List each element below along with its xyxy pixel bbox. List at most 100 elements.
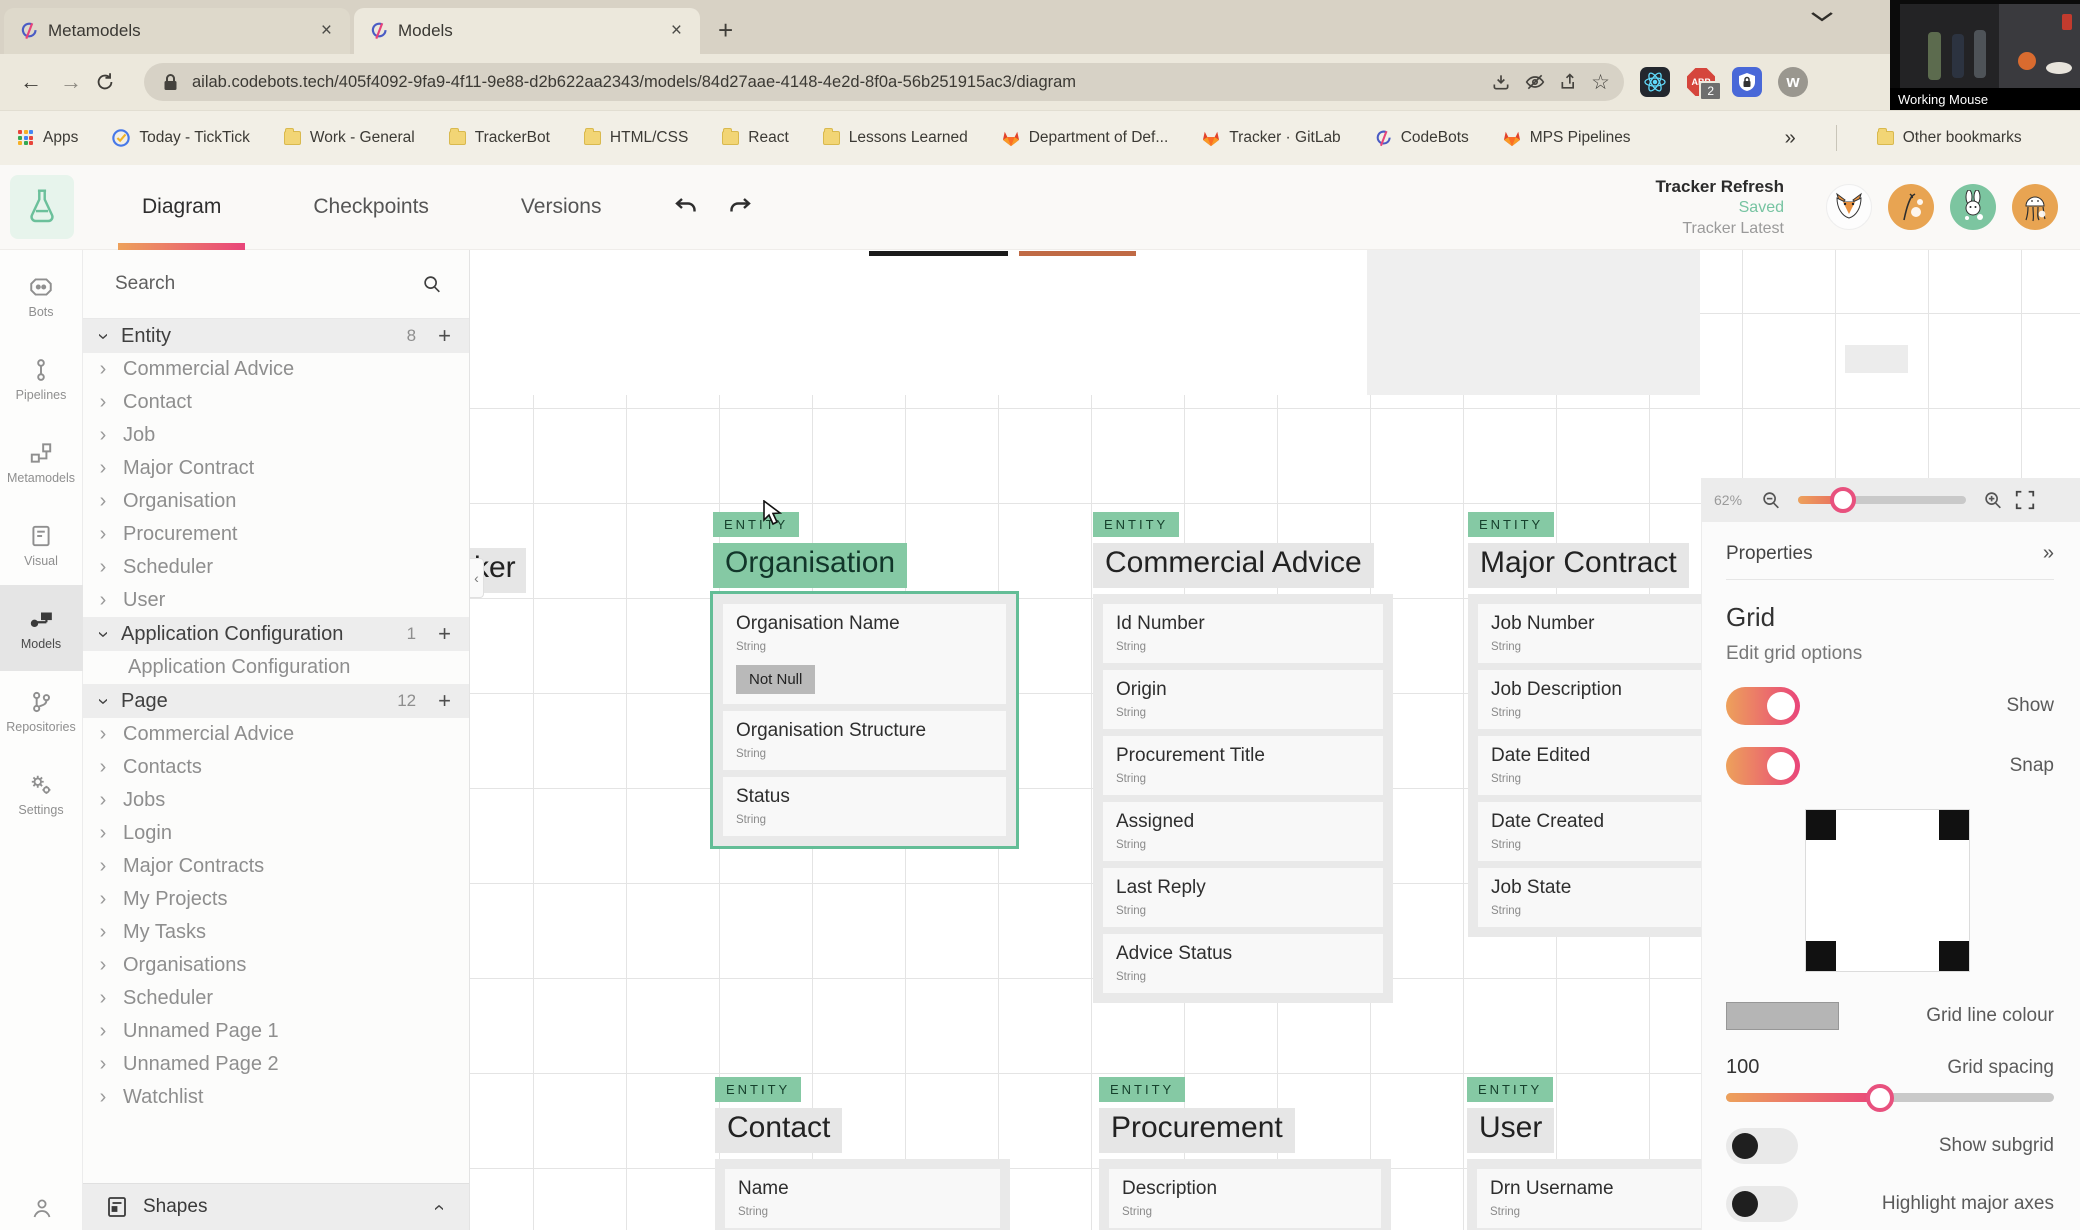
- chevron-right-icon[interactable]: ›: [97, 822, 109, 845]
- nav-item-metamodels[interactable]: Metamodels: [0, 430, 83, 494]
- bookmark-htmlcss[interactable]: HTML/CSS: [583, 128, 688, 147]
- bookmarks-overflow-button[interactable]: »: [1785, 127, 1796, 150]
- bookmark-mps-pipelines[interactable]: MPS Pipelines: [1503, 129, 1631, 147]
- tree-section-entity[interactable]: › Entity 8 +: [83, 319, 469, 353]
- tree-item-organisation[interactable]: › Organisation: [83, 485, 469, 518]
- bookmark-work-general[interactable]: Work - General: [283, 128, 415, 147]
- chevron-right-icon[interactable]: ›: [97, 358, 109, 381]
- search-row[interactable]: Search: [83, 250, 469, 318]
- tab-checkpoints[interactable]: Checkpoints: [289, 165, 453, 250]
- app-logo[interactable]: [10, 175, 74, 239]
- highlight-major-axes-toggle[interactable]: [1726, 1186, 1798, 1222]
- tree-item-contact[interactable]: › Contact: [83, 386, 469, 419]
- grid-spacing-slider[interactable]: [1726, 1083, 2054, 1112]
- bookmark-tracker-gitlab[interactable]: Tracker · GitLab: [1202, 129, 1341, 147]
- profile-icon[interactable]: [0, 1196, 83, 1220]
- tree-item-page-major-contracts[interactable]: › Major Contracts: [83, 850, 469, 883]
- attribute[interactable]: Name String: [725, 1169, 1000, 1228]
- new-tab-button[interactable]: +: [718, 15, 733, 46]
- reload-button[interactable]: [94, 71, 128, 93]
- chevron-right-icon[interactable]: ›: [97, 457, 109, 480]
- zoom-in-icon[interactable]: [1982, 489, 2004, 511]
- chevron-right-icon[interactable]: ›: [97, 1020, 109, 1043]
- tree-item-page-my-projects[interactable]: › My Projects: [83, 883, 469, 916]
- add-icon[interactable]: +: [438, 621, 451, 647]
- tree-item-application-configuration[interactable]: Application Configuration: [83, 651, 469, 684]
- chevron-right-icon[interactable]: ›: [97, 723, 109, 746]
- show-grid-toggle[interactable]: [1726, 687, 1800, 725]
- attribute[interactable]: Last Reply String: [1103, 868, 1383, 927]
- attribute[interactable]: Origin String: [1103, 670, 1383, 729]
- chevron-right-icon[interactable]: ›: [97, 424, 109, 447]
- canvas-chip-gray[interactable]: [1845, 345, 1908, 373]
- tab-search-chevron-icon[interactable]: [1811, 12, 1833, 22]
- canvas-shape-gray[interactable]: [1367, 250, 1700, 395]
- chevron-right-icon[interactable]: ›: [97, 1053, 109, 1076]
- chevron-down-icon[interactable]: ›: [92, 330, 115, 342]
- entity-contact[interactable]: ENTITY Contact Name String: [715, 1077, 1010, 1230]
- attribute[interactable]: Description String: [1109, 1169, 1381, 1228]
- bookmark-lessons-learned[interactable]: Lessons Learned: [822, 128, 968, 147]
- tree-section-application-configuration[interactable]: › Application Configuration 1 +: [83, 617, 469, 651]
- avatar-rabbit[interactable]: [1950, 184, 1996, 230]
- entity-title[interactable]: Contact: [715, 1108, 843, 1153]
- attribute[interactable]: Status String: [723, 777, 1006, 836]
- zoom-slider-thumb[interactable]: [1830, 487, 1857, 513]
- chevron-right-icon[interactable]: ›: [97, 888, 109, 911]
- chevron-up-icon[interactable]: ›: [428, 1201, 451, 1213]
- react-devtools-extension-icon[interactable]: [1640, 67, 1670, 97]
- bookmark-react[interactable]: React: [722, 128, 789, 147]
- chevron-right-icon[interactable]: ›: [97, 490, 109, 513]
- tree-item-procurement[interactable]: › Procurement: [83, 518, 469, 551]
- chevron-right-icon[interactable]: ›: [97, 756, 109, 779]
- canvas-shape-partial[interactable]: [470, 250, 1367, 395]
- tree-item-page-scheduler[interactable]: › Scheduler: [83, 982, 469, 1015]
- zoom-slider[interactable]: [1798, 487, 1966, 513]
- avatar-giraffe[interactable]: [1888, 184, 1934, 230]
- canvas-line-black[interactable]: [869, 251, 1008, 256]
- bookmark-codebots[interactable]: CodeBots: [1375, 129, 1469, 147]
- snap-grid-toggle[interactable]: [1726, 747, 1800, 785]
- zoom-out-icon[interactable]: [1760, 489, 1782, 511]
- grid-spacing-slider-thumb[interactable]: [1866, 1083, 1895, 1112]
- panel-expand-icon[interactable]: »: [2043, 542, 2054, 565]
- entity-organisation[interactable]: ENTITY Organisation Organisation Name St…: [710, 512, 1019, 849]
- chevron-right-icon[interactable]: ›: [97, 523, 109, 546]
- bookmark-star-icon[interactable]: ☆: [1591, 70, 1610, 95]
- redo-button[interactable]: [727, 195, 753, 219]
- chevron-right-icon[interactable]: ›: [97, 855, 109, 878]
- privacy-shield-extension-icon[interactable]: [1732, 67, 1762, 97]
- chevron-right-icon[interactable]: ›: [97, 954, 109, 977]
- chevron-right-icon[interactable]: ›: [97, 987, 109, 1010]
- bookmark-dod[interactable]: Department of Def...: [1002, 129, 1168, 147]
- nav-item-settings[interactable]: Settings: [0, 762, 83, 826]
- save-offline-icon[interactable]: [1489, 70, 1513, 94]
- panel-collapse-handle[interactable]: ‹: [470, 558, 484, 598]
- browser-tab-models[interactable]: Models ×: [354, 8, 700, 54]
- tree-item-commercial-advice[interactable]: › Commercial Advice: [83, 353, 469, 386]
- other-bookmarks-button[interactable]: Other bookmarks: [1876, 128, 2022, 147]
- attribute[interactable]: Id Number String: [1103, 604, 1383, 663]
- tab-versions[interactable]: Versions: [497, 165, 626, 250]
- tree-item-page-my-tasks[interactable]: › My Tasks: [83, 916, 469, 949]
- browser-tab-metamodels[interactable]: Metamodels ×: [4, 8, 350, 54]
- shapes-drawer-toggle[interactable]: Shapes ›: [83, 1183, 469, 1230]
- tree-item-job[interactable]: › Job: [83, 419, 469, 452]
- nav-item-bots[interactable]: Bots: [0, 264, 83, 328]
- close-icon[interactable]: ×: [667, 20, 686, 42]
- undo-button[interactable]: [673, 195, 699, 219]
- entity-commercial-advice[interactable]: ENTITY Commercial Advice Id Number String…: [1093, 512, 1393, 1003]
- avatar-jellyfish[interactable]: [2012, 184, 2058, 230]
- chevron-down-icon[interactable]: ›: [92, 628, 115, 640]
- chevron-right-icon[interactable]: ›: [97, 1086, 109, 1109]
- entity-title[interactable]: User: [1467, 1108, 1555, 1153]
- add-icon[interactable]: +: [438, 688, 451, 714]
- pip-video[interactable]: Working Mouse: [1890, 0, 2080, 110]
- search-input[interactable]: Search: [115, 273, 421, 295]
- nav-item-repositories[interactable]: Repositories: [0, 679, 83, 743]
- attribute[interactable]: Organisation Name String Not Null: [723, 604, 1006, 704]
- share-icon[interactable]: [1557, 70, 1581, 94]
- entity-title[interactable]: Organisation: [713, 543, 908, 588]
- w-extension-icon[interactable]: w: [1778, 67, 1808, 97]
- tree-item-page-unnamed-2[interactable]: › Unnamed Page 2: [83, 1048, 469, 1081]
